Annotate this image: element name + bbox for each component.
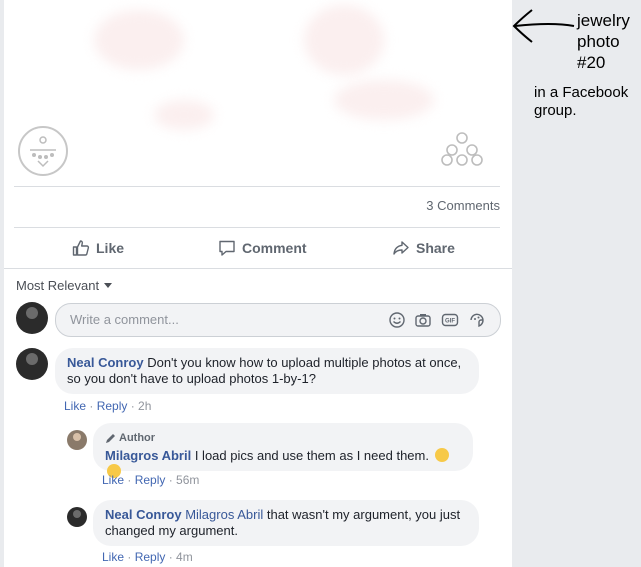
share-button[interactable]: Share	[392, 232, 455, 264]
author-badge-label: Author	[119, 432, 156, 444]
divider	[14, 186, 500, 187]
reply-reply-link[interactable]: Reply	[135, 550, 166, 564]
annotation-title: jewelry photo #20	[577, 10, 630, 73]
share-button-label: Share	[416, 240, 455, 256]
post-card: 3 Comments Like Comment Share Most Relev…	[4, 0, 512, 567]
annotation-line: group.	[534, 102, 577, 119]
annotation-line: photo	[577, 32, 620, 51]
comment-sort-dropdown[interactable]: Most Relevant	[16, 278, 113, 293]
divider	[14, 227, 500, 228]
winking-face-icon	[434, 448, 449, 462]
sticker-icon[interactable]	[468, 311, 486, 329]
comment-composer[interactable]: GIF	[55, 303, 501, 337]
avatar[interactable]	[67, 507, 87, 527]
comment-icon	[219, 240, 235, 256]
like-button[interactable]: Like	[72, 232, 124, 264]
comment-button[interactable]: Comment	[218, 232, 307, 264]
photo-blur	[304, 5, 384, 75]
chevron-down-icon	[104, 283, 113, 288]
author-badge: Author	[105, 430, 461, 446]
comment-bubble: Neal Conroy Don't you know how to upload…	[55, 348, 479, 394]
reply-meta: Like · Reply · 4m	[102, 550, 193, 564]
comment-meta: Like · Reply · 2h	[64, 399, 152, 413]
reply-like-link[interactable]: Like	[102, 473, 124, 487]
photo-blur	[334, 80, 434, 120]
photo-blur	[154, 100, 214, 130]
comment-time[interactable]: 2h	[138, 399, 151, 413]
arrow-left-icon	[512, 9, 575, 43]
annotation-line: in a Facebook	[534, 84, 629, 101]
camera-icon[interactable]	[414, 311, 432, 329]
commenter-name[interactable]: Milagros Abril	[105, 448, 191, 463]
avatar[interactable]	[16, 348, 48, 380]
watermark-logo-right	[441, 132, 483, 166]
avatar[interactable]	[67, 430, 87, 450]
reply-text: I load pics and use them as I need them.	[194, 448, 429, 463]
photo-blur	[94, 10, 184, 70]
commenter-name[interactable]: Neal Conroy	[105, 507, 182, 522]
gif-icon[interactable]: GIF	[441, 311, 459, 329]
comment-like-link[interactable]: Like	[64, 399, 86, 413]
thumbs-up-icon	[72, 240, 90, 256]
comment-input[interactable]	[68, 311, 372, 328]
comment-button-label: Comment	[242, 240, 307, 256]
annotation-line: #20	[577, 53, 606, 72]
divider	[4, 268, 512, 269]
reply-bubble: Neal Conroy Milagros Abril that wasn't m…	[93, 500, 479, 546]
comment-sort-label: Most Relevant	[16, 278, 100, 293]
share-icon	[393, 241, 409, 255]
like-button-label: Like	[96, 240, 125, 256]
commenter-name[interactable]: Neal Conroy	[67, 355, 144, 370]
annotation-line: jewelry	[577, 11, 630, 30]
pencil-icon	[106, 433, 115, 443]
reply-bubble: Author Milagros Abril I load pics and us…	[93, 423, 473, 478]
action-bar: Like Comment Share	[4, 232, 512, 264]
comments-count[interactable]: 3 Comments	[426, 198, 500, 213]
reply-reply-link[interactable]: Reply	[135, 473, 166, 487]
svg-text:GIF: GIF	[445, 319, 455, 325]
reply-meta: Like · Reply · 56m	[102, 473, 200, 487]
comment-reply-link[interactable]: Reply	[97, 399, 128, 413]
reply-like-link[interactable]: Like	[102, 550, 124, 564]
post-photo[interactable]	[4, 0, 512, 186]
avatar[interactable]	[16, 302, 48, 334]
reply-time[interactable]: 4m	[176, 550, 193, 564]
annotation-note: in a Facebook group.	[534, 84, 628, 120]
mention-link[interactable]: Milagros Abril	[185, 507, 263, 522]
emoji-icon[interactable]	[388, 311, 406, 329]
watermark-logo-left	[18, 126, 68, 176]
reply-time[interactable]: 56m	[176, 473, 199, 487]
